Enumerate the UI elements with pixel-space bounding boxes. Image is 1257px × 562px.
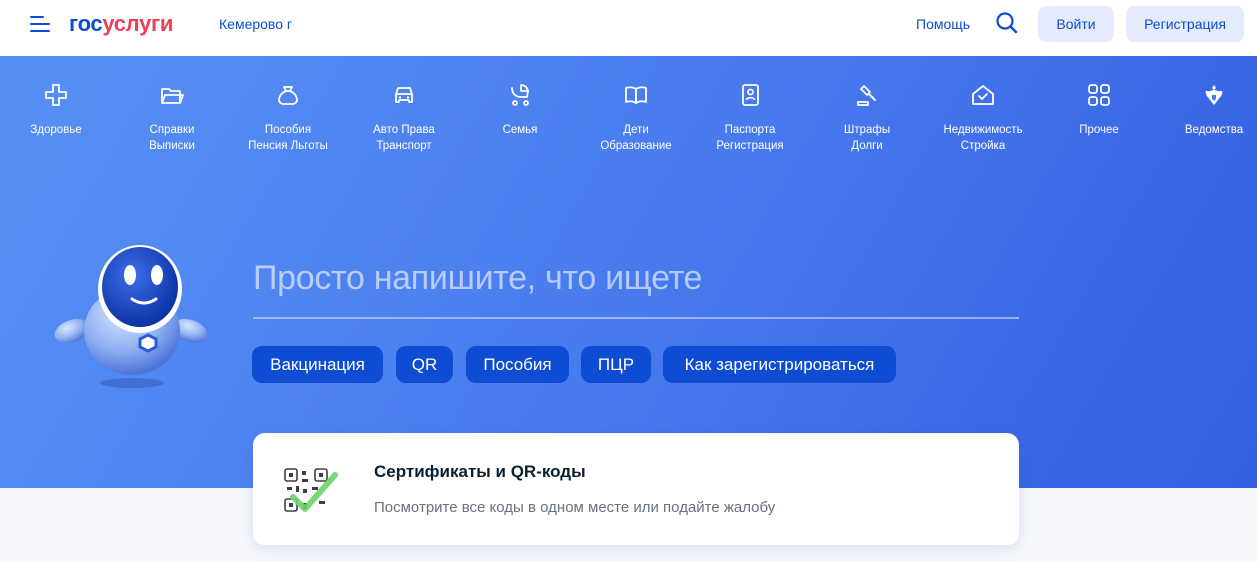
grid-icon (1088, 84, 1110, 106)
category-real-estate[interactable]: Недвижимость Стройка (927, 82, 1039, 154)
gavel-icon (857, 85, 876, 106)
login-button[interactable]: Войти (1038, 6, 1114, 42)
chip-pcr[interactable]: ПЦР (581, 346, 651, 383)
money-bag-icon (278, 86, 298, 105)
card-title: Сертификаты и QR-коды (374, 462, 586, 481)
chip-benefits[interactable]: Пособия (466, 346, 569, 383)
hero-section: Здоровье Справки Выписки Пособия Пенсия Ль… (0, 56, 1257, 488)
car-icon (395, 87, 413, 103)
card-description: Посмотрите все коды в одном месте или по… (374, 499, 776, 516)
category-health[interactable]: Здоровье (0, 82, 112, 138)
chip-how-to-register[interactable]: Как зарегистрироваться (663, 346, 896, 383)
stroller-icon (511, 84, 529, 106)
register-button[interactable]: Регистрация (1126, 6, 1244, 42)
category-fines[interactable]: Штрафы Долги (811, 82, 923, 154)
top-header: госуслуги Кемерово г Помощь Войти Регист… (0, 0, 1257, 56)
menu-icon[interactable] (30, 16, 50, 34)
category-other[interactable]: Прочее (1043, 82, 1155, 138)
qr-certificates-card[interactable]: Сертификаты и QR-коды Посмотрите все код… (253, 433, 1019, 545)
coat-of-arms-icon (1205, 85, 1223, 105)
help-link[interactable]: Помощь (916, 16, 970, 32)
health-cross-icon (45, 84, 67, 106)
search-underline (253, 317, 1019, 319)
folder-icon (161, 88, 184, 104)
category-certificates[interactable]: Справки Выписки (116, 82, 228, 154)
category-children[interactable]: Дети Образование (580, 82, 692, 154)
category-passports[interactable]: Паспорта Регистрация (694, 82, 806, 154)
chip-qr[interactable]: QR (396, 346, 453, 383)
search-icon[interactable] (994, 10, 1020, 36)
passport-icon (742, 84, 759, 106)
category-auto[interactable]: Авто Права Транспорт (348, 82, 460, 154)
category-agencies[interactable]: Ведомства (1158, 82, 1257, 138)
qr-check-icon (283, 467, 343, 517)
search-input[interactable]: Просто напишите, что ищете (253, 259, 702, 298)
chip-vaccination[interactable]: Вакцинация (252, 346, 383, 383)
house-icon (972, 85, 994, 105)
robot-max-mascot[interactable] (50, 231, 220, 401)
book-icon (625, 86, 647, 104)
city-selector[interactable]: Кемерово г (219, 16, 292, 32)
category-benefits[interactable]: Пособия Пенсия Льготы (232, 82, 344, 154)
category-family[interactable]: Семья (464, 82, 576, 138)
gosuslugi-logo[interactable]: госуслуги (69, 11, 173, 37)
